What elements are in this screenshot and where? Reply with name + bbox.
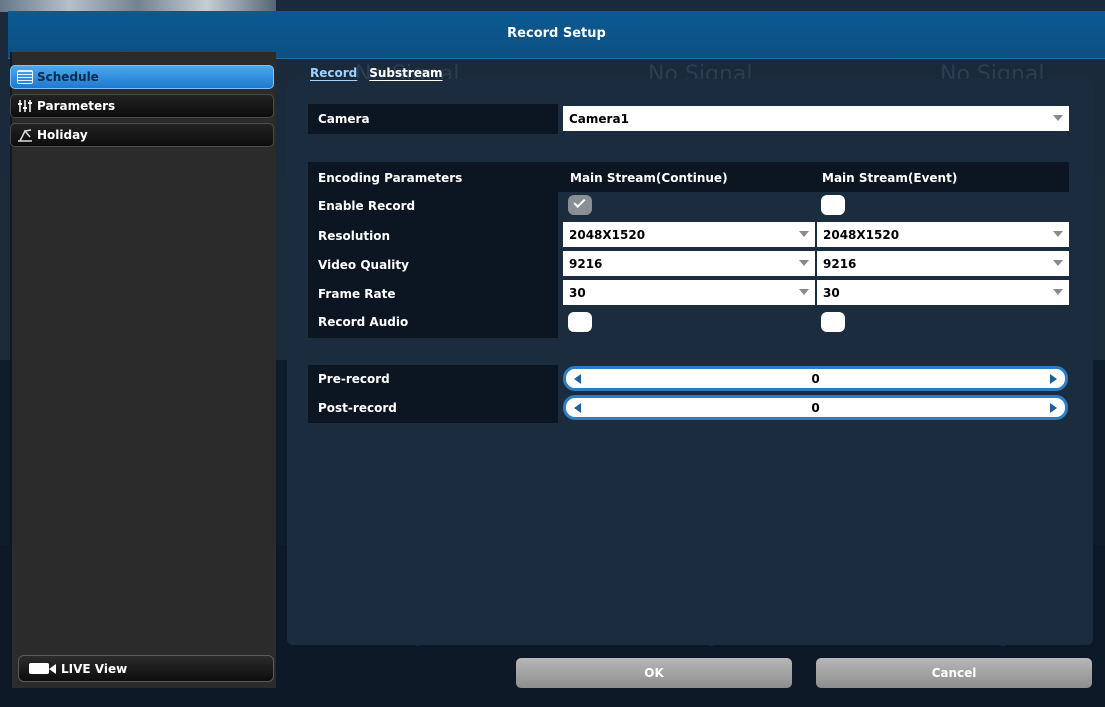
encoding-header-label: Encoding Parameters <box>318 171 463 185</box>
chevron-down-icon <box>1053 115 1063 121</box>
camera-select[interactable]: Camera1 <box>563 106 1069 131</box>
pre-record-label: Pre-record <box>318 372 390 386</box>
resolution-continue-select[interactable]: 2048X1520 <box>563 222 815 247</box>
resolution-event-value: 2048X1520 <box>823 227 900 242</box>
arrow-right-icon[interactable] <box>1050 403 1057 413</box>
frame-rate-event-select[interactable]: 30 <box>817 280 1069 305</box>
tab-substream[interactable]: Substream <box>369 66 442 80</box>
chevron-down-icon <box>1053 289 1063 295</box>
resolution-event-select[interactable]: 2048X1520 <box>817 222 1069 247</box>
record-audio-continue-checkbox[interactable] <box>568 312 592 332</box>
enable-record-continue-checkbox[interactable] <box>568 195 592 215</box>
column-header-event: Main Stream(Event) <box>822 171 958 185</box>
video-quality-continue-value: 9216 <box>569 256 603 271</box>
tab-record[interactable]: Record <box>310 66 357 80</box>
pre-record-spinner[interactable]: 0 <box>563 366 1068 391</box>
video-quality-event-value: 9216 <box>823 256 857 271</box>
calendar-icon <box>17 70 33 84</box>
chevron-down-icon <box>799 260 809 266</box>
checkmark-icon <box>573 195 586 209</box>
chevron-down-icon <box>1053 260 1063 266</box>
live-view-icon <box>29 663 56 674</box>
record-audio-event-checkbox[interactable] <box>821 312 845 332</box>
live-view-label: LIVE View <box>61 661 128 676</box>
tab-bar: Record Substream <box>310 66 443 80</box>
video-quality-label: Video Quality <box>318 258 409 272</box>
sidebar-item-schedule[interactable]: Schedule <box>10 65 274 89</box>
holiday-icon <box>17 128 33 142</box>
frame-rate-event-value: 30 <box>823 285 840 300</box>
sidebar-item-label: Schedule <box>37 70 99 84</box>
arrow-right-icon[interactable] <box>1050 374 1057 384</box>
video-quality-event-select[interactable]: 9216 <box>817 251 1069 276</box>
enable-record-event-checkbox[interactable] <box>821 195 845 215</box>
sidebar-item-parameters[interactable]: Parameters <box>10 94 274 118</box>
post-record-value: 0 <box>811 401 820 415</box>
ok-button[interactable]: OK <box>516 658 792 688</box>
sliders-icon <box>17 99 33 113</box>
cancel-button[interactable]: Cancel <box>816 658 1092 688</box>
chevron-down-icon <box>1053 231 1063 237</box>
sidebar-item-label: Parameters <box>37 99 116 113</box>
dialog-title: Record Setup <box>507 26 606 41</box>
video-quality-continue-select[interactable]: 9216 <box>563 251 815 276</box>
sidebar <box>10 52 276 688</box>
pre-record-value: 0 <box>811 372 820 386</box>
record-audio-label: Record Audio <box>318 315 409 329</box>
frame-rate-continue-select[interactable]: 30 <box>563 280 815 305</box>
resolution-continue-value: 2048X1520 <box>569 227 646 242</box>
column-header-continue: Main Stream(Continue) <box>570 171 728 185</box>
post-record-label: Post-record <box>318 401 397 415</box>
frame-rate-label: Frame Rate <box>318 287 396 301</box>
resolution-label: Resolution <box>318 229 391 243</box>
camera-value: Camera1 <box>569 111 629 126</box>
chevron-down-icon <box>799 231 809 237</box>
post-record-spinner[interactable]: 0 <box>563 395 1068 420</box>
chevron-down-icon <box>799 289 809 295</box>
frame-rate-continue-value: 30 <box>569 285 586 300</box>
live-view-button[interactable]: LIVE View <box>18 655 274 682</box>
sidebar-item-holiday[interactable]: Holiday <box>10 123 274 147</box>
sidebar-item-label: Holiday <box>37 128 88 142</box>
enable-record-label: Enable Record <box>318 199 416 213</box>
camera-label: Camera <box>318 112 370 126</box>
